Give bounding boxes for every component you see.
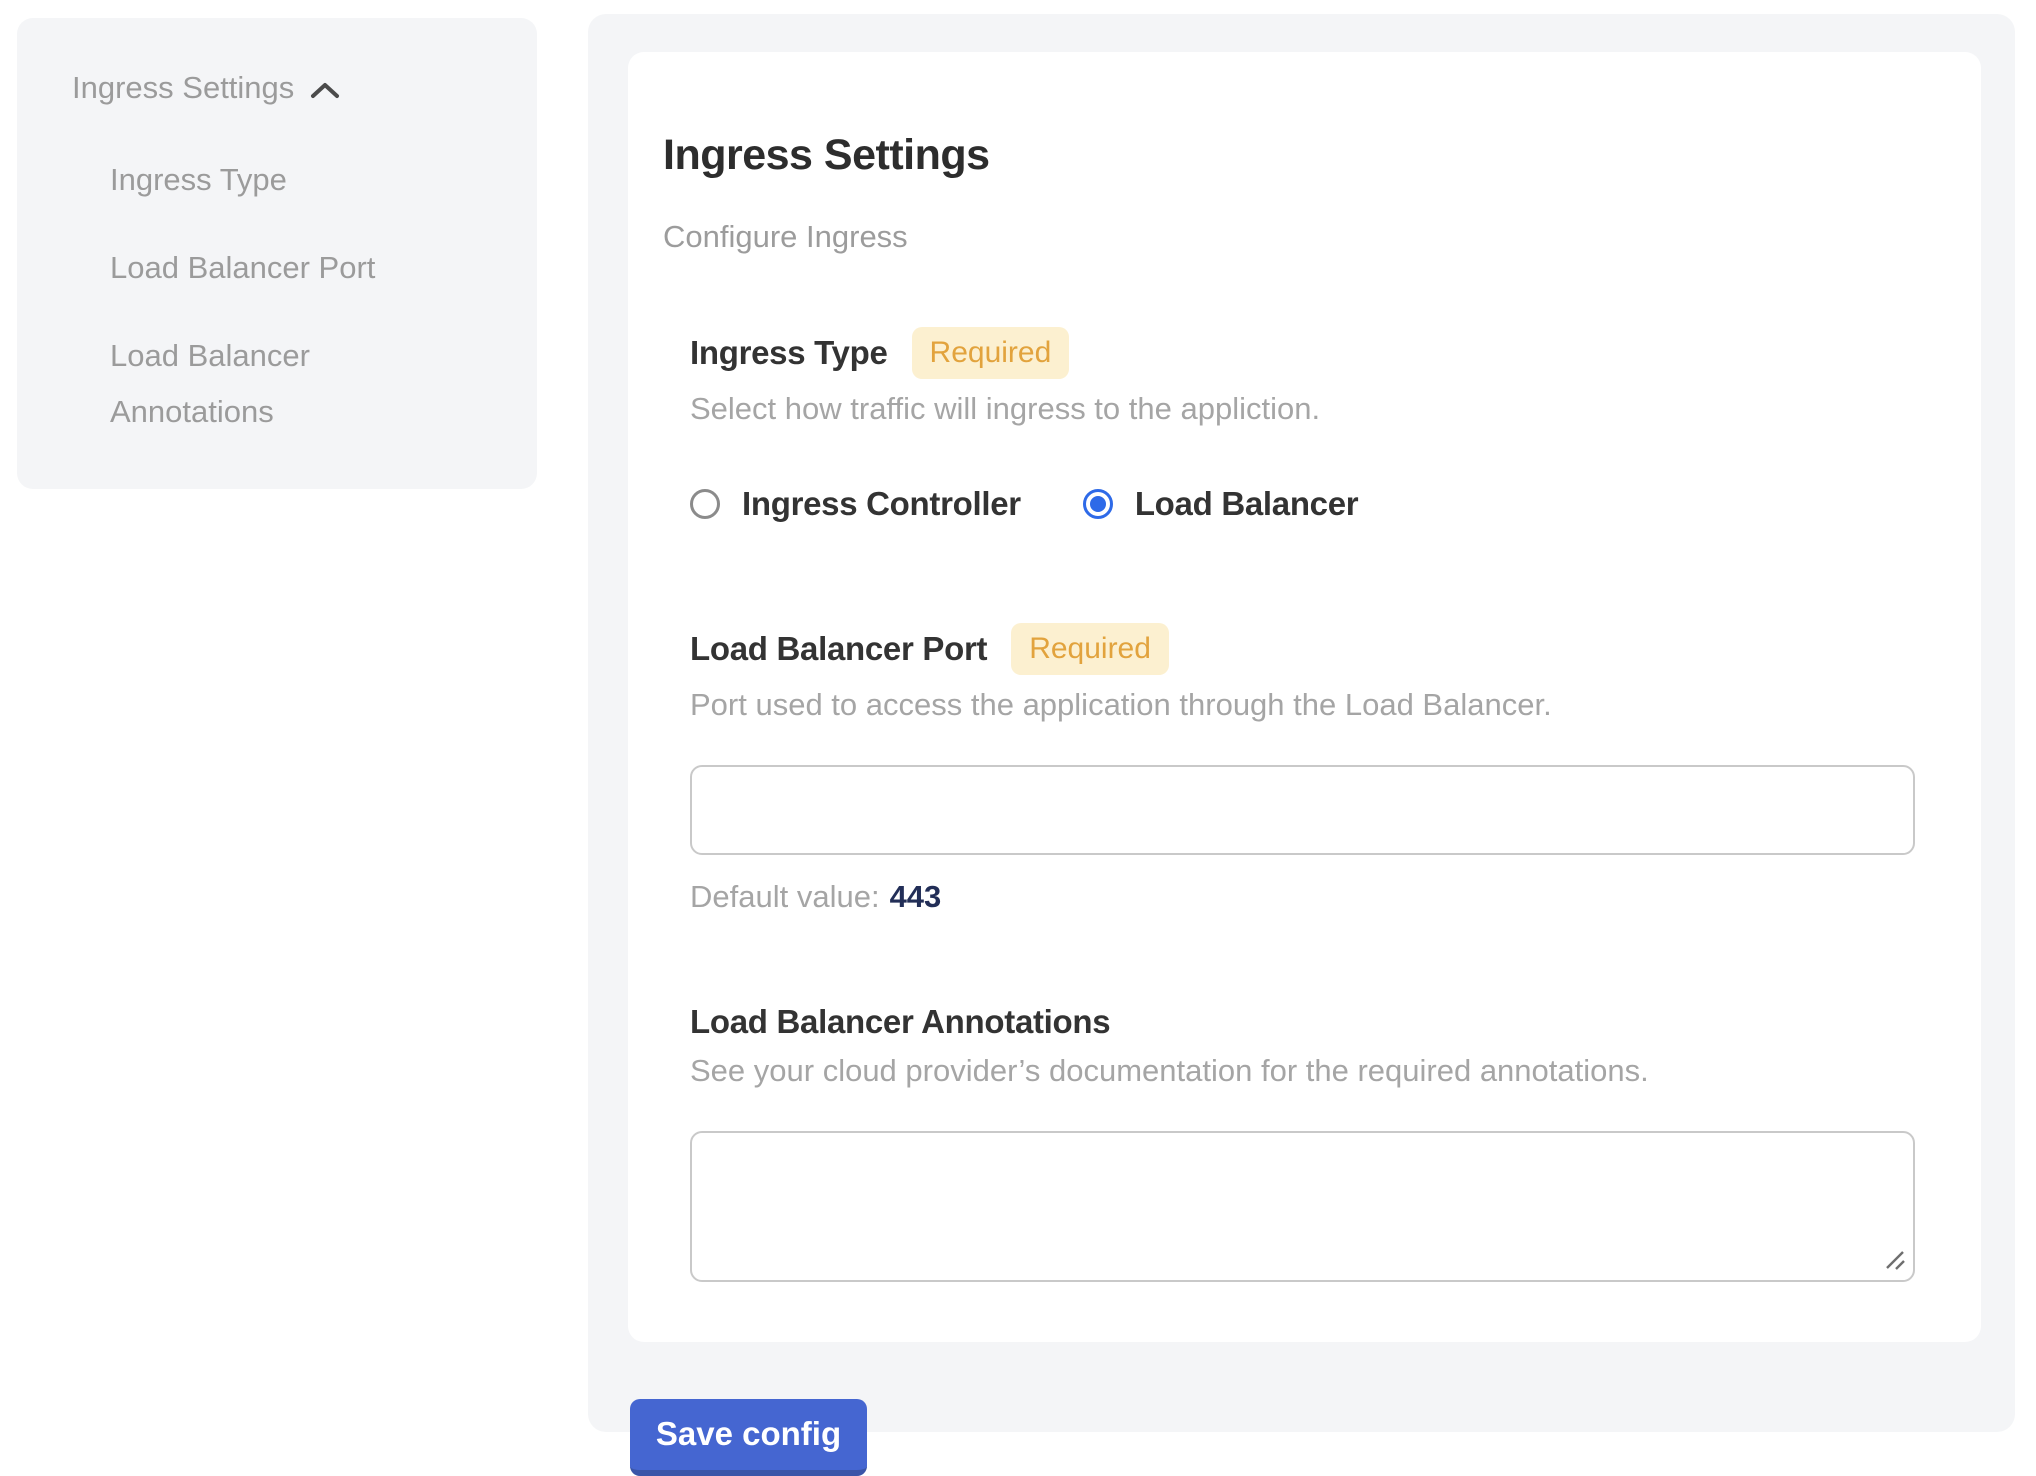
- field-label-ingress-type: Ingress Type: [690, 334, 888, 372]
- field-label-load-balancer-annotations: Load Balancer Annotations: [690, 1003, 1110, 1041]
- ingress-type-radio-group: Ingress Controller Load Balancer: [690, 485, 1917, 523]
- ingress-settings-card: Ingress Settings Configure Ingress Ingre…: [628, 52, 1981, 1342]
- page-subtitle: Configure Ingress: [663, 217, 1917, 257]
- section-head: Load Balancer Annotations: [690, 1003, 1917, 1041]
- load-balancer-annotations-textarea[interactable]: [690, 1131, 1915, 1282]
- default-value-label: Default value:: [690, 879, 880, 914]
- load-balancer-port-input[interactable]: [690, 765, 1915, 855]
- field-description: Port used to access the application thro…: [690, 683, 1917, 727]
- section-head: Load Balancer Port Required: [690, 623, 1917, 675]
- field-label-load-balancer-port: Load Balancer Port: [690, 630, 987, 668]
- sidebar-item-ingress-type[interactable]: Ingress Type: [110, 152, 455, 208]
- section-load-balancer-annotations: Load Balancer Annotations See your cloud…: [690, 1003, 1917, 1282]
- resize-handle-icon[interactable]: [1883, 1248, 1907, 1272]
- section-head: Ingress Type Required: [690, 327, 1917, 379]
- save-config-button[interactable]: Save config: [630, 1399, 867, 1476]
- section-ingress-type: Ingress Type Required Select how traffic…: [690, 327, 1917, 523]
- radio-option-load-balancer[interactable]: Load Balancer: [1083, 485, 1359, 523]
- sidebar-item-load-balancer-annotations[interactable]: Load Balancer Annotations: [110, 328, 455, 440]
- field-description: Select how traffic will ingress to the a…: [690, 387, 1917, 431]
- form-sections: Ingress Type Required Select how traffic…: [690, 327, 1917, 1282]
- sidebar-group-ingress-settings[interactable]: Ingress Settings: [72, 68, 507, 108]
- chevron-up-icon: [310, 82, 340, 99]
- page-title: Ingress Settings: [663, 129, 1917, 181]
- radio-label: Ingress Controller: [742, 485, 1021, 523]
- sidebar-item-load-balancer-port[interactable]: Load Balancer Port: [110, 240, 455, 296]
- radio-option-ingress-controller[interactable]: Ingress Controller: [690, 485, 1021, 523]
- radio-unselected-icon[interactable]: [690, 489, 720, 519]
- annotations-textarea-wrap: [690, 1131, 1915, 1282]
- radio-label: Load Balancer: [1135, 485, 1359, 523]
- required-badge: Required: [912, 327, 1070, 379]
- section-load-balancer-port: Load Balancer Port Required Port used to…: [690, 623, 1917, 915]
- sidebar-item-list: Ingress Type Load Balancer Port Load Bal…: [72, 152, 507, 440]
- sidebar-group-label: Ingress Settings: [72, 68, 294, 108]
- field-description: See your cloud provider’s documentation …: [690, 1049, 1917, 1093]
- settings-sidebar: Ingress Settings Ingress Type Load Balan…: [17, 18, 537, 489]
- radio-selected-icon[interactable]: [1083, 489, 1113, 519]
- main-panel: Ingress Settings Configure Ingress Ingre…: [588, 14, 2015, 1432]
- default-value-row: Default value: 443: [690, 879, 1917, 915]
- required-badge: Required: [1011, 623, 1169, 675]
- default-value: 443: [890, 879, 942, 914]
